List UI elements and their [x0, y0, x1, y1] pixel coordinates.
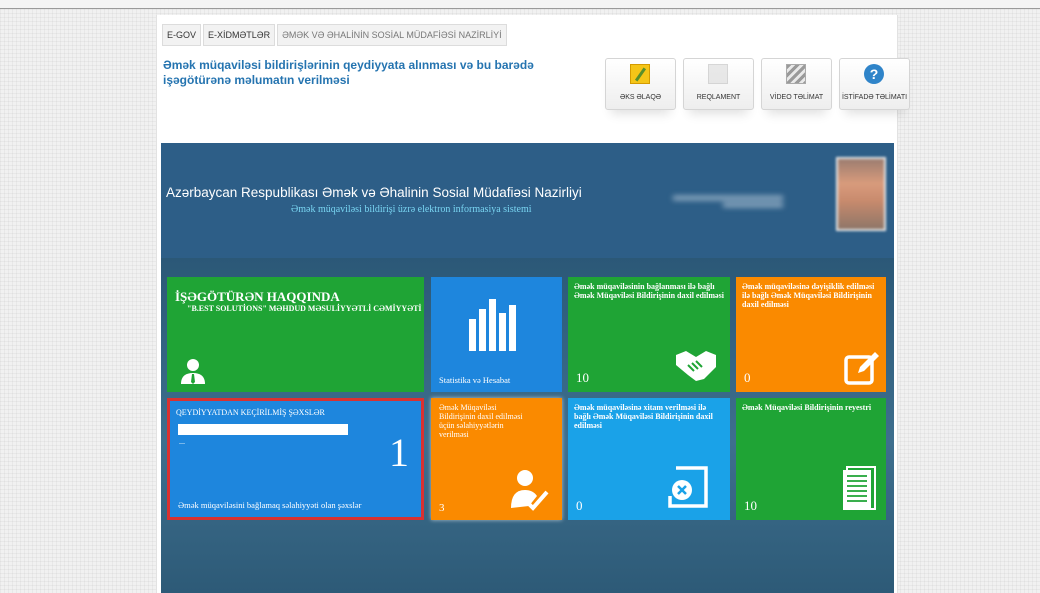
- header-banner: Azərbaycan Respublikası Əmək və Əhalinin…: [161, 143, 894, 258]
- termination-count: 0: [576, 498, 583, 513]
- user-guide-button[interactable]: ? İSTİFADƏ TƏLİMATI: [839, 58, 910, 110]
- breadcrumb: E-GOV E-XİDMƏTLƏR ƏMƏK VƏ ƏHALİNİN SOSİA…: [162, 24, 509, 46]
- bar-chart-icon: [469, 299, 516, 351]
- redacted-field: [178, 424, 348, 435]
- breadcrumb-egov[interactable]: E-GOV: [162, 24, 202, 46]
- document-list-icon: [843, 466, 876, 510]
- help-icon: ?: [864, 64, 884, 84]
- registered-persons-title: QEYDİYYATDAN KEÇİRİLMİŞ ŞƏXSLƏR: [176, 408, 325, 417]
- feedback-label: ƏKS ƏLAQƏ: [619, 94, 662, 101]
- registry-title: Əmək Müqaviləsi Bildirişinin reyestri: [742, 403, 872, 412]
- tile-termination[interactable]: Əmək müqaviləsinə xitam verilməsi ilə ba…: [568, 398, 730, 520]
- tile-contract-new[interactable]: Əmək müqaviləsinin bağlanması ilə bağlı …: [568, 277, 730, 392]
- video-guide-button[interactable]: VİDEO TƏLİMAT: [761, 58, 832, 110]
- authority-title: Əmək Müqaviləsi Bildirişinin daxil edilm…: [439, 403, 523, 439]
- user-guide-label: İSTİFADƏ TƏLİMATI: [841, 94, 908, 101]
- breadcrumb-e-services[interactable]: E-XİDMƏTLƏR: [203, 24, 276, 46]
- contract-new-count: 10: [576, 370, 589, 385]
- statistics-label: Statistika və Hesabat: [439, 375, 511, 385]
- contract-change-title: Əmək müqaviləsinə dəyişiklik edilməsi il…: [742, 282, 875, 309]
- breadcrumb-ministry[interactable]: ƏMƏK VƏ ƏHALİNİN SOSİAL MÜDAFİƏSİ NAZİRL…: [277, 24, 507, 46]
- user-check-icon: [511, 470, 549, 511]
- user-info-blurred: [673, 193, 791, 213]
- tile-registry[interactable]: Əmək Müqaviləsi Bildirişinin reyestri 10: [736, 398, 886, 520]
- registered-persons-dots: ...: [179, 437, 185, 446]
- banner-subtitle: Əmək müqaviləsi bildirişi üzrə elektron …: [291, 204, 532, 215]
- handshake-icon: [676, 351, 716, 381]
- toolbar: ƏKS ƏLAQƏ REQLAMENT VİDEO TƏLİMAT ? İSTİ…: [605, 58, 917, 110]
- document-cancel-icon: [668, 466, 708, 508]
- video-guide-label: VİDEO TƏLİMAT: [769, 94, 824, 101]
- registered-persons-footer: Əmək müqaviləsini bağlamaq səlahiyyəti o…: [178, 500, 362, 510]
- edit-icon: [844, 352, 879, 385]
- main-page: E-GOV E-XİDMƏTLƏR ƏMƏK VƏ ƏHALİNİN SOSİA…: [156, 15, 910, 593]
- regulation-label: REQLAMENT: [696, 94, 741, 101]
- user-icon: [181, 359, 205, 384]
- tile-contract-change[interactable]: Əmək müqaviləsinə dəyişiklik edilməsi il…: [736, 277, 886, 392]
- employer-name: "B.EST SOLUTİONS" MƏHDUD MƏSULİYYƏTLİ CƏ…: [187, 304, 422, 313]
- tile-employer-info[interactable]: İŞƏGÖTÜRƏN HAQQINDA "B.EST SOLUTİONS" MƏ…: [167, 277, 424, 392]
- user-avatar[interactable]: [836, 157, 886, 231]
- tile-authority-grant[interactable]: Əmək Müqaviləsi Bildirişinin daxil edilm…: [431, 398, 562, 520]
- registered-persons-count: 1: [389, 430, 409, 475]
- feedback-button[interactable]: ƏKS ƏLAQƏ: [605, 58, 676, 110]
- tile-registered-persons[interactable]: QEYDİYYATDAN KEÇİRİLMİŞ ŞƏXSLƏR ... 1 Əm…: [167, 398, 424, 520]
- contract-change-count: 0: [744, 370, 751, 385]
- regulation-button[interactable]: REQLAMENT: [683, 58, 754, 110]
- tiles-area: İŞƏGÖTÜRƏN HAQQINDA "B.EST SOLUTİONS" MƏ…: [161, 258, 894, 593]
- termination-title: Əmək müqaviləsinə xitam verilməsi ilə ba…: [574, 403, 713, 430]
- feedback-note-icon: [630, 64, 650, 84]
- document-icon: [708, 64, 728, 84]
- registry-count: 10: [744, 498, 757, 513]
- tile-statistics[interactable]: Statistika və Hesabat: [431, 277, 562, 392]
- authority-count: 3: [439, 502, 445, 514]
- employer-title: İŞƏGÖTÜRƏN HAQQINDA: [175, 289, 340, 304]
- banner-title: Azərbaycan Respublikası Əmək və Əhalinin…: [166, 185, 582, 200]
- clapperboard-icon: [786, 64, 806, 84]
- page-title: Əmək müqaviləsi bildirişlərinin qeydiyya…: [163, 58, 534, 87]
- contract-new-title: Əmək müqaviləsinin bağlanması ilə bağlı …: [574, 282, 724, 300]
